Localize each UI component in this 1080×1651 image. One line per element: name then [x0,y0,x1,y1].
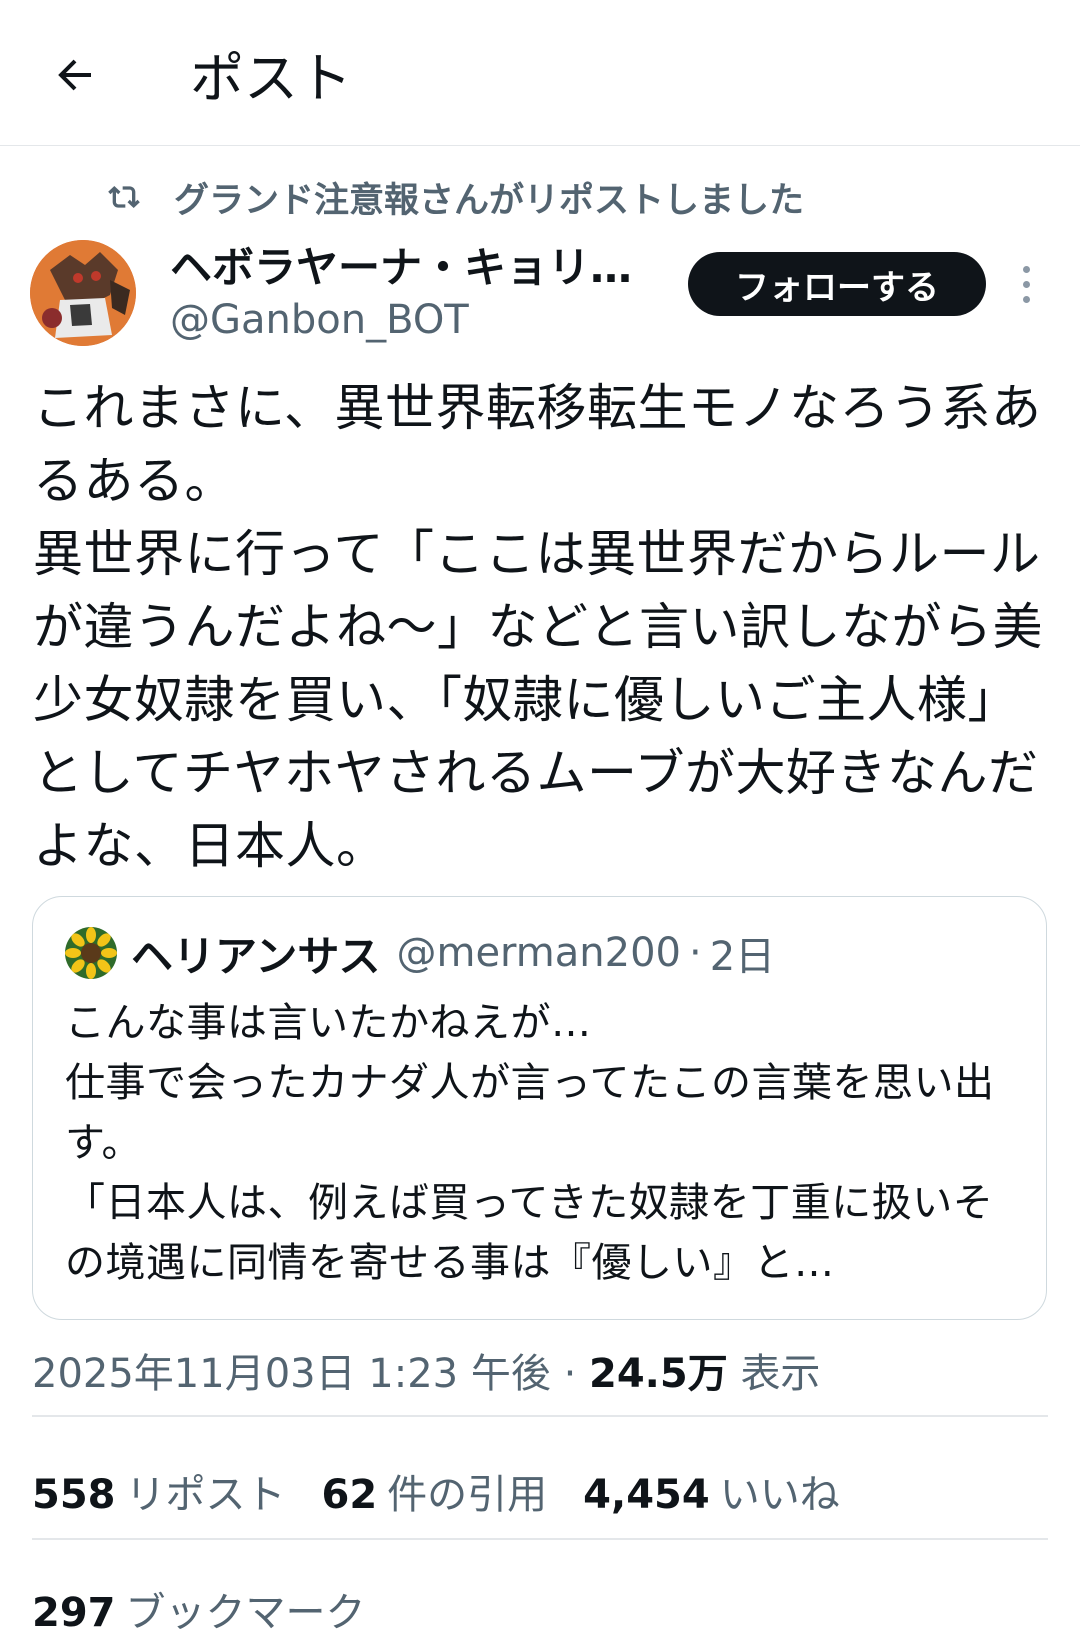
post-timestamp[interactable]: 2025年11月03日 1:23 午後 [32,1351,551,1397]
bookmarks-label: ブックマーク [125,1590,366,1636]
top-bar: ポスト [0,0,1080,146]
back-button[interactable] [40,40,110,110]
reposts-count: 558 [32,1472,116,1518]
quotes-label: 件の引用 [387,1472,548,1518]
author-name[interactable]: ヘボラヤーナ・キョリ… [170,240,650,296]
repost-context[interactable]: グランド注意報さんがリポストしました [108,172,804,222]
divider [32,1415,1048,1417]
page-title: ポスト [190,47,352,110]
repost-label: グランド注意報さんがリポストしました [174,180,805,221]
quoted-header: ヘリアンサス @merman200 · 2日 [131,923,775,983]
separator-dot: · [563,1351,577,1397]
arrow-left-icon [58,59,91,91]
likes-count: 4,454 [583,1472,710,1518]
quoted-author-name: ヘリアンサス [131,931,381,981]
reposts-stat[interactable]: 558 リポスト [32,1465,286,1525]
more-dot [1022,265,1030,273]
author-avatar[interactable] [30,240,136,346]
repost-icon [108,179,144,215]
views-count[interactable]: 24.5万 [589,1351,728,1397]
quoted-author-avatar [65,927,117,979]
post-metadata: 2025年11月03日 1:23 午後 · 24.5万 表示 [32,1344,820,1404]
bookmarks-count: 297 [32,1590,116,1636]
follow-button[interactable]: フォローする [688,252,986,316]
quoted-timestamp: 2日 [709,934,776,980]
engagement-stats: 558 リポスト 62 件の引用 4,454 いいね [32,1465,876,1525]
more-dot [1022,280,1030,288]
quotes-count: 62 [321,1472,378,1518]
views-label: 表示 [740,1351,821,1397]
author-handle[interactable]: @Ganbon_BOT [170,292,469,348]
quoted-post[interactable]: ヘリアンサス @merman200 · 2日 こんな事は言いたかねえが… 仕事で… [32,896,1047,1320]
more-vertical-icon[interactable] [1008,256,1044,312]
quoted-text: こんな事は言いたかねえが… 仕事で会ったカナダ人が言ってたこの言葉を思い出す。 … [65,1000,995,1286]
quotes-stat[interactable]: 62 件の引用 [322,1465,548,1525]
post-text: これまさに、異世界転移転生モノなろう系あるある。 異世界に行って「ここは異世界だ… [33,379,1043,875]
quoted-author-handle: @merman200 [396,930,681,976]
reposts-label: リポスト [125,1472,286,1518]
likes-label: いいね [719,1472,840,1518]
likes-stat[interactable]: 4,454 いいね [583,1465,840,1525]
bookmarks-stat[interactable]: 297 ブックマーク [32,1583,366,1643]
divider [32,1538,1048,1540]
separator-dot: · [688,930,702,976]
more-dot [1022,295,1030,303]
